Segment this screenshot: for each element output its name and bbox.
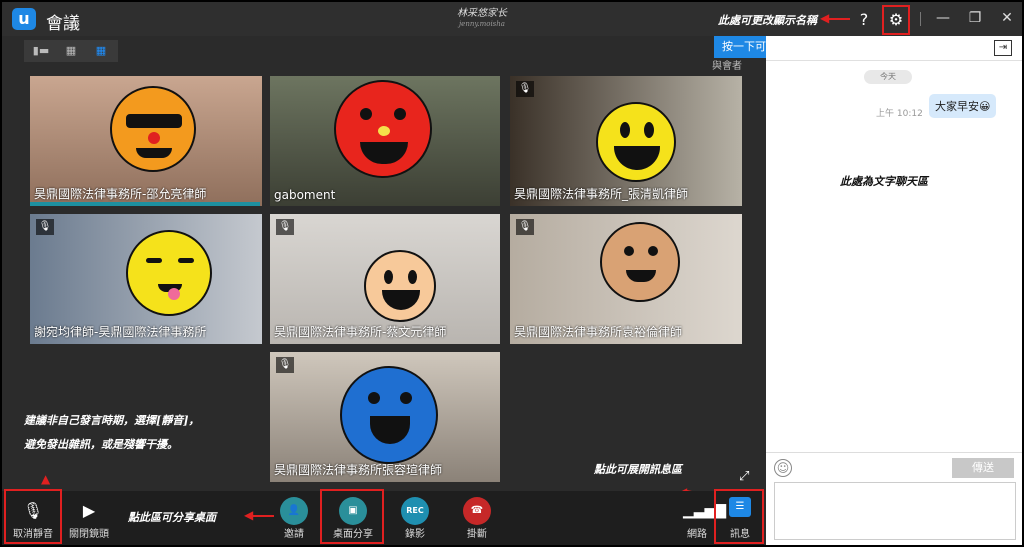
emoji-avatar bbox=[126, 230, 212, 316]
message-highlight-box bbox=[714, 489, 764, 544]
participants-label: 與會者 bbox=[712, 61, 742, 72]
chat-divider bbox=[766, 60, 1022, 61]
mic-off-icon: 🎙 bbox=[516, 219, 534, 235]
participant-name: 昊鼎國際法律事務所袁裕倫律師 bbox=[514, 325, 683, 339]
mic-off-icon: 🎙 bbox=[276, 219, 294, 235]
settings-arrow: ◀ bbox=[820, 11, 830, 25]
mute-note-line1: 建議非自己發言時期，選擇[靜音]， bbox=[24, 414, 200, 427]
participant-name: 昊鼎國際法律事務所-邵允亮律師 bbox=[34, 187, 207, 201]
network-button[interactable]: ▁▃▅▇ 網路 bbox=[676, 493, 727, 543]
participant-name: 昊鼎國際法律事務所-蔡文元律師 bbox=[274, 325, 447, 339]
watermark-line2: jenny.moisha bbox=[459, 20, 505, 28]
message-bubble: 大家早安😀 bbox=[929, 94, 997, 118]
emoji-avatar bbox=[110, 86, 196, 172]
video-tile[interactable]: 🎙 昊鼎國際法律事務所-蔡文元律師 bbox=[270, 214, 500, 344]
video-tile[interactable]: 🎙 昊鼎國際法律事務所袁裕倫律師 bbox=[510, 214, 742, 344]
record-label: 錄影 bbox=[405, 529, 425, 540]
video-tile[interactable]: 🎙 昊鼎國際法律事務所_張清凱律師 bbox=[510, 76, 742, 206]
mute-highlight-box bbox=[4, 489, 62, 544]
settings-button[interactable]: ⚙ bbox=[882, 5, 910, 35]
emoji-avatar bbox=[596, 102, 676, 182]
title-bar: u 會議 林采悠家长 jenny.moisha 此處可更改顯示名稱 ◀ ? ⚙ … bbox=[2, 2, 1022, 36]
invite-button[interactable]: 👤 邀請 bbox=[270, 493, 318, 543]
message-time: 上午 10:12 bbox=[876, 109, 923, 119]
settings-arrow-line bbox=[826, 18, 850, 20]
mic-off-icon: 🎙 bbox=[36, 219, 54, 235]
hangup-icon: ☎ bbox=[463, 497, 491, 525]
camera-off-button[interactable]: ▶ 關閉鏡頭 bbox=[64, 493, 114, 543]
invite-label: 邀請 bbox=[284, 529, 304, 540]
video-tile[interactable]: 🎙 謝宛均律師-昊鼎國際法律事務所 bbox=[30, 214, 262, 344]
help-button[interactable]: ? bbox=[856, 10, 872, 29]
mute-arrow: ▲ bbox=[41, 472, 51, 486]
gear-icon: ⚙ bbox=[888, 10, 904, 29]
app-logo: u bbox=[12, 8, 36, 30]
emoji-button[interactable]: ☺ bbox=[774, 459, 792, 477]
video-tile[interactable]: 🎙 昊鼎國際法律事務所張容瑄律師 bbox=[270, 352, 500, 482]
chat-panel: ⇥ 今天 上午 10:12 大家早安😀 此處為文字聊天區 ☺ 傳送 bbox=[766, 36, 1022, 545]
share-arrow: ◀ bbox=[244, 508, 254, 522]
mic-off-icon: 🎙 bbox=[276, 357, 294, 373]
invite-icon: 👤 bbox=[280, 497, 308, 525]
settings-note: 此處可更改顯示名稱 bbox=[718, 14, 817, 27]
camera-icon: ▶ bbox=[82, 501, 96, 520]
participant-name: 昊鼎國際法律事務所_張清凱律師 bbox=[514, 187, 689, 201]
record-icon: REC bbox=[401, 497, 429, 525]
close-button[interactable]: ✕ bbox=[998, 10, 1016, 26]
record-button[interactable]: REC 錄影 bbox=[392, 493, 438, 543]
chat-area-note: 此處為文字聊天區 bbox=[840, 175, 928, 188]
layout-switcher: ▮▬ ▦ ▦ bbox=[24, 40, 118, 62]
speaking-indicator bbox=[30, 202, 260, 206]
chat-input-toolbar: ☺ 傳送 bbox=[766, 452, 1022, 482]
titlebar-separator bbox=[920, 12, 921, 26]
participant-name: 謝宛均律師-昊鼎國際法律事務所 bbox=[34, 325, 207, 339]
share-note: 點此區可分享桌面 bbox=[128, 511, 216, 524]
date-chip: 今天 bbox=[864, 70, 912, 84]
app-title: 會議 bbox=[46, 14, 80, 34]
video-tile[interactable]: gaboment bbox=[270, 76, 500, 206]
mic-off-icon: 🎙 bbox=[516, 81, 534, 97]
emoji-avatar bbox=[364, 250, 436, 322]
mute-note-line2: 避免發出雜訊，或是殘響干擾。 bbox=[24, 438, 178, 451]
emoji-avatar bbox=[334, 80, 432, 178]
watermark: 林采悠家长 jenny.moisha bbox=[442, 8, 522, 30]
minimize-button[interactable]: — bbox=[934, 10, 952, 26]
meeting-window: u 會議 林采悠家长 jenny.moisha 此處可更改顯示名稱 ◀ ? ⚙ … bbox=[0, 0, 1024, 547]
speaker-layout-button[interactable]: ▮▬ bbox=[26, 40, 56, 62]
grid-large-layout-button[interactable]: ▦ bbox=[86, 40, 116, 62]
camera-off-label: 關閉鏡頭 bbox=[69, 529, 109, 540]
restore-button[interactable]: ❐ bbox=[966, 10, 984, 26]
chat-input[interactable] bbox=[774, 482, 1016, 540]
send-button[interactable]: 傳送 bbox=[952, 458, 1014, 478]
collapse-panel-button[interactable]: ⇥ bbox=[994, 40, 1012, 56]
fullscreen-icon[interactable]: ⤢ bbox=[739, 469, 749, 484]
signal-icon: ▁▃▅▇ bbox=[683, 503, 727, 519]
watermark-line1: 林采悠家长 bbox=[457, 8, 507, 19]
message-note: 點此可展開訊息區 bbox=[594, 463, 682, 476]
participant-name: 昊鼎國際法律事務所張容瑄律師 bbox=[274, 463, 443, 477]
emoji-avatar bbox=[340, 366, 438, 464]
participant-name: gaboment bbox=[274, 188, 336, 202]
grid-small-layout-button[interactable]: ▦ bbox=[56, 40, 86, 62]
emoji-avatar bbox=[600, 222, 680, 302]
hangup-label: 掛斷 bbox=[467, 529, 487, 540]
share-highlight-box bbox=[320, 489, 384, 544]
network-label: 網路 bbox=[687, 529, 707, 540]
hangup-button[interactable]: ☎ 掛斷 bbox=[454, 493, 500, 543]
video-tile[interactable]: 昊鼎國際法律事務所-邵允亮律師 bbox=[30, 76, 262, 206]
